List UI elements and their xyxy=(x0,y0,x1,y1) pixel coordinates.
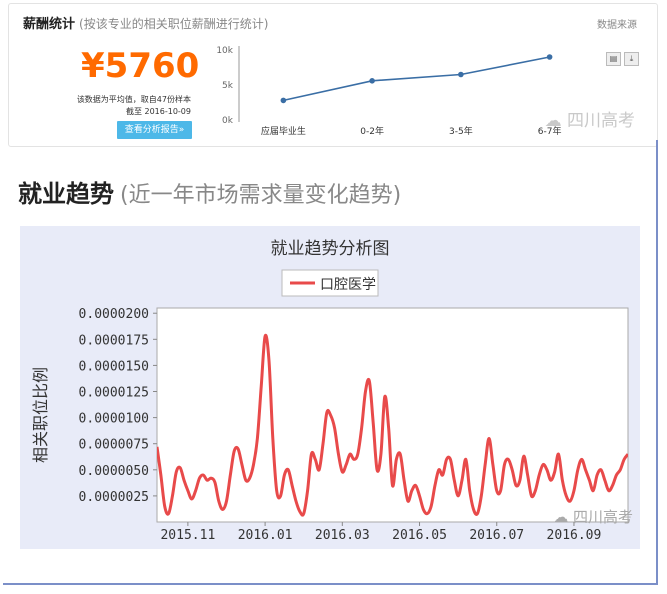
salary-date: 截至 2016-10-09 xyxy=(125,107,191,116)
salary-title-text: 薪酬统计 xyxy=(23,17,76,32)
salary-value: ¥5760 xyxy=(81,46,200,86)
data-point xyxy=(369,78,375,84)
data-point xyxy=(546,54,553,60)
employment-heading: 就业趋势 (近一年市场需求量变化趋势) xyxy=(18,174,401,209)
view-report-button[interactable]: 查看分析报告» xyxy=(117,121,192,139)
y-tick-label: 0k xyxy=(222,116,234,126)
data-point xyxy=(458,71,464,78)
salary-line-chart: 0k5k10k应届毕业生 0-2年 3-5年 6-7年 xyxy=(216,46,561,137)
y-tick-label: 0.0000125 xyxy=(79,386,149,401)
x-tick-label: 3-5年 xyxy=(449,125,473,137)
salary-subtitle: (按该专业的相关职位薪酬进行统计) xyxy=(79,17,269,31)
x-tick-label: 应届毕业生 xyxy=(261,125,306,137)
bottom-border xyxy=(3,583,658,585)
employment-subheading: (近一年市场需求量变化趋势) xyxy=(120,183,402,208)
salary-series-line xyxy=(283,56,550,102)
watermark-text: 四川高考 xyxy=(567,111,635,131)
watermark-wechat: ☁ 四川高考 xyxy=(545,106,635,131)
wechat-icon: ☁ xyxy=(553,508,569,526)
y-tick-label: 0.0000150 xyxy=(79,359,149,374)
y-axis-label: 相关职位比例 xyxy=(31,367,50,463)
x-tick-label: 0-2年 xyxy=(360,125,384,137)
print-icon[interactable]: ▤ xyxy=(606,52,621,66)
y-tick-label: 5k xyxy=(222,81,234,91)
wechat-icon: ☁ xyxy=(544,111,562,131)
legend: 口腔医学 xyxy=(281,269,379,297)
x-tick-label: 2015.11 xyxy=(160,528,215,543)
x-tick-label: 2016.07 xyxy=(469,528,524,543)
y-tick-label: 0.0000025 xyxy=(79,490,149,505)
y-tick-label: 0.0000100 xyxy=(79,412,149,427)
x-tick-label: 2016.03 xyxy=(315,528,370,543)
right-border xyxy=(656,140,658,584)
watermark-bottom-text: 四川高考 xyxy=(572,508,633,526)
y-tick-label: 0.0000075 xyxy=(79,438,149,453)
employment-heading-text: 就业趋势 xyxy=(18,180,114,208)
trend-line-chart: 就业趋势分析图口腔医学相关职位比例 0.0000025 0.0000050 0.000… xyxy=(31,239,629,543)
y-tick-label: 0.0000050 xyxy=(79,464,149,479)
y-tick-label: 0.0000200 xyxy=(79,307,149,322)
trend-chart-panel: 就业趋势分析图口腔医学相关职位比例 0.0000025 0.0000050 0.000… xyxy=(20,226,640,549)
download-icon[interactable]: ⤓ xyxy=(624,52,639,66)
chart-tools: ▤ ⤓ xyxy=(606,52,639,66)
x-tick-label: 2016.05 xyxy=(392,528,447,543)
salary-card: 薪酬统计 (按该专业的相关职位薪酬进行统计) 数据来源 ¥5760 该数据为平均值… xyxy=(8,3,658,147)
y-tick-label: 10k xyxy=(216,46,233,56)
watermark-bottom: ☁ 四川高考 xyxy=(553,506,633,527)
salary-note: 该数据为平均值，取自47份样本 xyxy=(76,95,191,104)
data-point xyxy=(280,97,287,104)
data-source-link[interactable]: 数据来源 xyxy=(597,16,637,31)
legend-label: 口腔医学 xyxy=(320,277,376,293)
y-tick-label: 0.0000175 xyxy=(79,333,149,348)
x-tick-label: 2016.09 xyxy=(547,528,602,543)
chart-title: 就业趋势分析图 xyxy=(271,239,390,259)
salary-title: 薪酬统计 (按该专业的相关职位薪酬进行统计) xyxy=(23,13,268,32)
x-tick-label: 2016.01 xyxy=(238,528,293,543)
